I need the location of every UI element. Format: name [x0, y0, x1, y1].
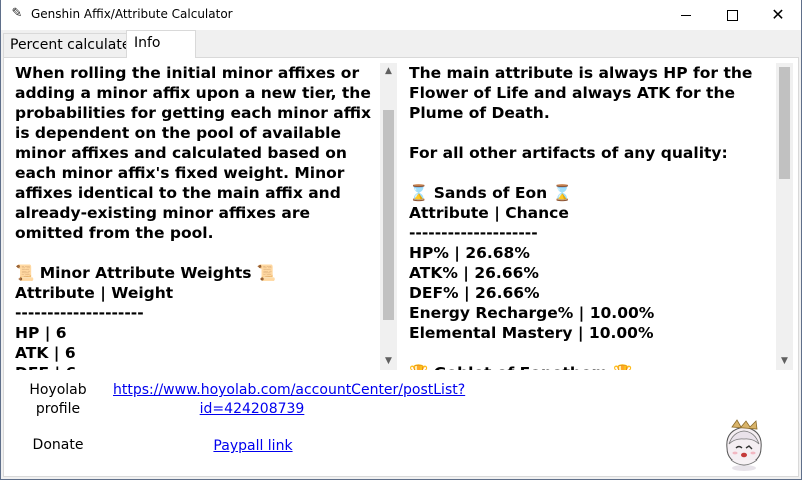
- window-title: Genshin Affix/Attribute Calculator: [31, 7, 233, 21]
- left-scrollbar[interactable]: ▲ ▼: [380, 63, 397, 370]
- minor-affix-info-text: When rolling the initial minor affixes o…: [15, 64, 372, 370]
- close-button[interactable]: ✕: [755, 0, 801, 30]
- maximize-icon: [726, 9, 738, 21]
- main-attribute-info-text: The main attribute is always HP for the …: [409, 64, 753, 370]
- right-scrollbar[interactable]: ▲ ▼: [776, 63, 793, 370]
- minimize-button[interactable]: [663, 0, 709, 30]
- donate-label: Donate: [32, 437, 84, 453]
- minimize-icon: [681, 14, 691, 16]
- title-bar[interactable]: ✎ Genshin Affix/Attribute Calculator ✕: [1, 0, 801, 30]
- tab-percent-calculate[interactable]: Percent calculate: [3, 33, 130, 57]
- scroll-thumb[interactable]: [383, 110, 394, 320]
- tab-info[interactable]: Info: [126, 30, 196, 58]
- app-window: ✎ Genshin Affix/Attribute Calculator ✕ P…: [0, 0, 802, 480]
- hoyolab-profile-link[interactable]: https://www.hoyolab.com/accountCenter/po…: [113, 381, 465, 419]
- minor-affix-info-textbox[interactable]: When rolling the initial minor affixes o…: [15, 63, 397, 370]
- paimon-avatar-icon: [726, 419, 762, 471]
- close-icon: ✕: [771, 5, 785, 24]
- scroll-down-arrow-icon[interactable]: ▼: [380, 353, 397, 370]
- maximize-button[interactable]: [709, 0, 755, 30]
- scroll-thumb[interactable]: [779, 67, 790, 179]
- scroll-down-arrow-icon[interactable]: ▼: [776, 353, 793, 370]
- paypal-link[interactable]: Paypall link: [201, 437, 305, 456]
- scroll-up-arrow-icon[interactable]: ▲: [380, 63, 397, 80]
- app-icon: ✎: [11, 6, 23, 21]
- tab-bar: Percent calculate Info: [1, 30, 801, 58]
- hoyolab-profile-label: Hoyolab profile: [29, 382, 87, 417]
- main-attribute-info-textbox[interactable]: The main attribute is always HP for the …: [409, 63, 793, 370]
